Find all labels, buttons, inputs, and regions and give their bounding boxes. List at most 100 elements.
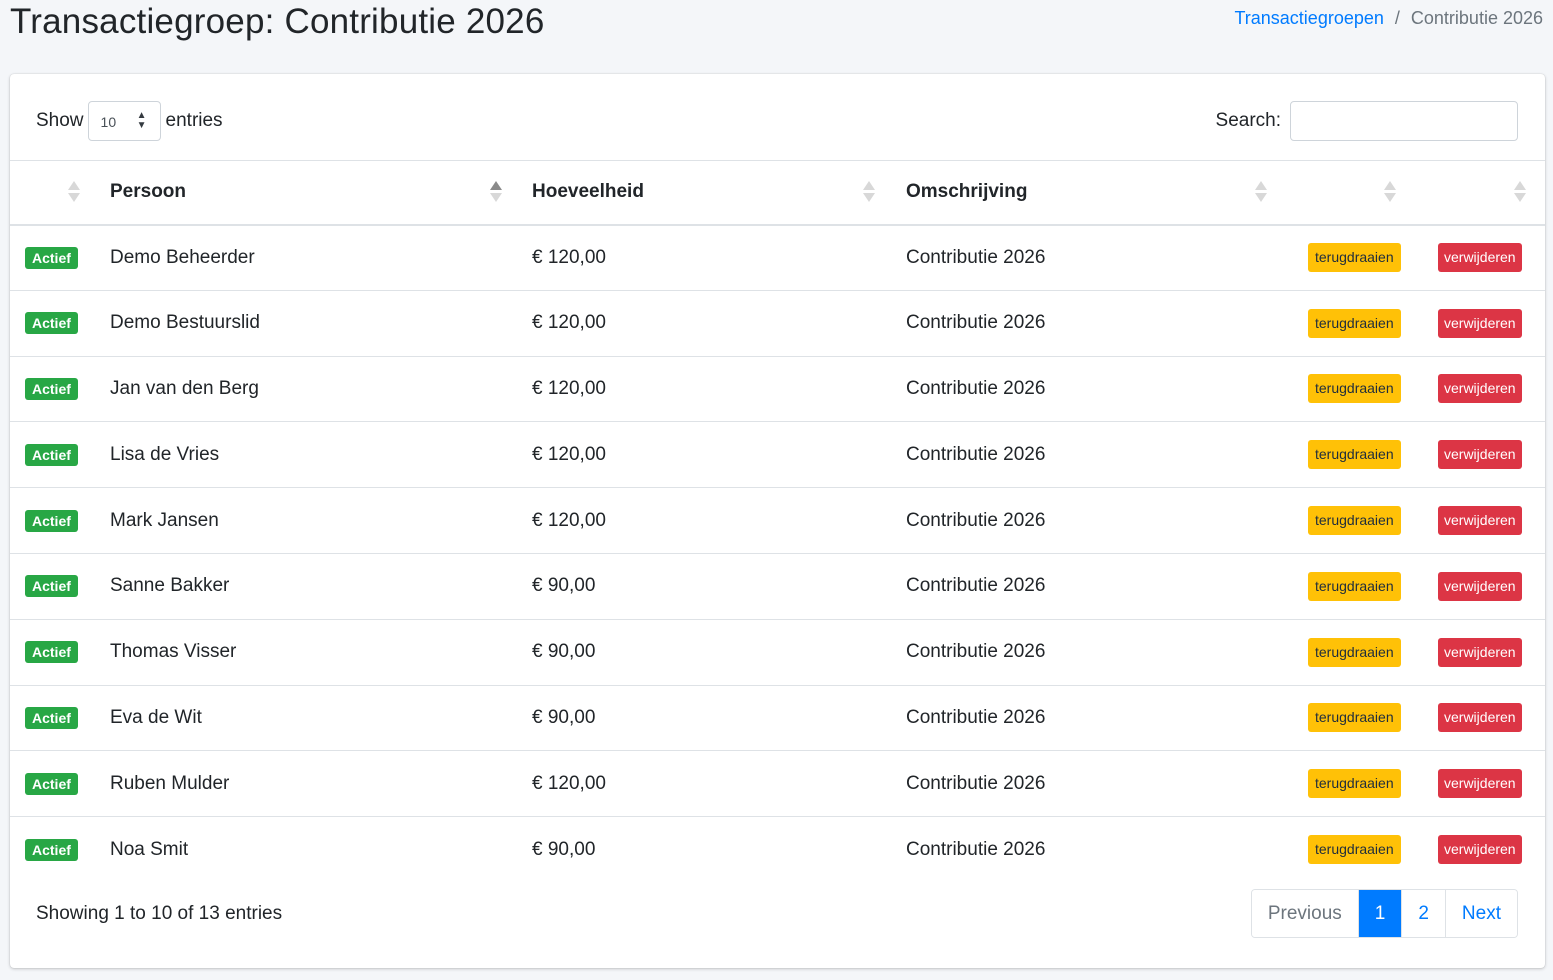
status-cell: Actief bbox=[10, 290, 94, 356]
hoeveelheid-cell: € 120,00 bbox=[532, 312, 606, 334]
omschrijving-cell: Contributie 2026 bbox=[906, 838, 1046, 860]
pagination: Previous 1 2 Next bbox=[1250, 889, 1518, 938]
status-cell: Actief bbox=[10, 619, 94, 685]
hoeveelheid-cell: € 90,00 bbox=[532, 575, 596, 597]
delete-button[interactable]: verwijderen bbox=[1438, 703, 1522, 733]
delete-button[interactable]: verwijderen bbox=[1438, 571, 1522, 601]
persoon-cell: Lisa de Vries bbox=[110, 443, 220, 465]
revert-button[interactable]: terugdraaien bbox=[1308, 374, 1401, 404]
search-input[interactable] bbox=[1290, 101, 1518, 141]
revert-cell: terugdraaien bbox=[1281, 422, 1408, 488]
column-header-hoeveelheid[interactable]: Hoeveelheid bbox=[516, 160, 890, 226]
omschrijving-cell: Contributie 2026 bbox=[906, 706, 1046, 728]
page-button-2[interactable]: 2 bbox=[1401, 890, 1445, 937]
entries-label: entries bbox=[165, 110, 223, 131]
persoon-cell: Eva de Wit bbox=[110, 706, 202, 728]
status-cell: Actief bbox=[10, 751, 94, 817]
sort-icon bbox=[1384, 181, 1396, 205]
table-row: Actief Noa Smit € 90,00 Contributie 2026 ter… bbox=[10, 817, 1545, 883]
delete-button[interactable]: verwijderen bbox=[1438, 440, 1522, 470]
table-header-row: Persoon Hoeveelheid Omschrijving bbox=[10, 160, 1545, 226]
delete-button[interactable]: verwijderen bbox=[1438, 374, 1522, 404]
persoon-cell: Sanne Bakker bbox=[110, 575, 230, 597]
page-title: Transactiegroep: Contributie 2026 bbox=[10, 2, 545, 41]
delete-button[interactable]: verwijderen bbox=[1438, 835, 1522, 865]
revert-button[interactable]: terugdraaien bbox=[1308, 308, 1401, 338]
revert-button[interactable]: terugdraaien bbox=[1308, 835, 1401, 865]
revert-cell: terugdraaien bbox=[1281, 290, 1408, 356]
delete-cell: verwijderen bbox=[1408, 553, 1545, 619]
status-cell: Actief bbox=[10, 356, 94, 422]
omschrijving-cell: Contributie 2026 bbox=[906, 575, 1046, 597]
revert-button[interactable]: terugdraaien bbox=[1308, 243, 1401, 273]
revert-button[interactable]: terugdraaien bbox=[1308, 506, 1401, 536]
search-control: Search: bbox=[1216, 101, 1518, 141]
revert-button[interactable]: terugdraaien bbox=[1308, 637, 1401, 667]
status-cell: Actief bbox=[10, 817, 94, 883]
status-badge: Actief bbox=[25, 641, 78, 664]
delete-cell: verwijderen bbox=[1408, 685, 1545, 751]
omschrijving-cell: Contributie 2026 bbox=[906, 772, 1046, 794]
previous-page-button[interactable]: Previous bbox=[1251, 890, 1358, 937]
revert-cell: terugdraaien bbox=[1281, 751, 1408, 817]
column-header-status[interactable] bbox=[10, 160, 94, 226]
persoon-cell: Ruben Mulder bbox=[110, 772, 230, 794]
breadcrumb: Transactiegroepen / Contributie 2026 bbox=[1234, 8, 1543, 29]
sort-icon bbox=[68, 181, 80, 205]
table-info: Showing 1 to 10 of 13 entries bbox=[36, 903, 283, 924]
delete-button[interactable]: verwijderen bbox=[1438, 243, 1522, 273]
breadcrumb-separator: / bbox=[1394, 8, 1400, 28]
delete-cell: verwijderen bbox=[1408, 751, 1545, 817]
breadcrumb-current: Contributie 2026 bbox=[1410, 8, 1543, 28]
transactions-card: Show 10 ▲ ▼ entries Search: Persoon Hoeve… bbox=[10, 74, 1545, 968]
omschrijving-cell: Contributie 2026 bbox=[906, 509, 1046, 531]
status-badge: Actief bbox=[25, 838, 78, 861]
status-cell: Actief bbox=[10, 488, 94, 554]
delete-button[interactable]: verwijderen bbox=[1438, 637, 1522, 667]
status-badge: Actief bbox=[25, 312, 78, 335]
omschrijving-cell: Contributie 2026 bbox=[906, 443, 1046, 465]
persoon-cell: Mark Jansen bbox=[110, 509, 219, 531]
entries-per-page-select[interactable]: 10 ▲ ▼ bbox=[87, 101, 161, 141]
column-header-persoon[interactable]: Persoon bbox=[94, 160, 516, 226]
delete-button[interactable]: verwijderen bbox=[1438, 506, 1522, 536]
select-arrows-icon: ▲ ▼ bbox=[136, 110, 147, 131]
show-label: Show bbox=[36, 110, 84, 131]
omschrijving-cell: Contributie 2026 bbox=[906, 246, 1046, 268]
revert-button[interactable]: terugdraaien bbox=[1308, 440, 1401, 470]
omschrijving-cell: Contributie 2026 bbox=[906, 377, 1046, 399]
hoeveelheid-cell: € 120,00 bbox=[532, 772, 606, 794]
hoeveelheid-cell: € 90,00 bbox=[532, 641, 596, 663]
table-row: Actief Mark Jansen € 120,00 Contributie 202… bbox=[10, 488, 1545, 554]
hoeveelheid-cell: € 120,00 bbox=[532, 509, 606, 531]
hoeveelheid-cell: € 120,00 bbox=[532, 246, 606, 268]
delete-button[interactable]: verwijderen bbox=[1438, 308, 1522, 338]
revert-button[interactable]: terugdraaien bbox=[1308, 703, 1401, 733]
table-row: Actief Eva de Wit € 90,00 Contributie 2026 t… bbox=[10, 685, 1545, 751]
status-cell: Actief bbox=[10, 553, 94, 619]
revert-cell: terugdraaien bbox=[1281, 488, 1408, 554]
persoon-cell: Demo Beheerder bbox=[110, 246, 255, 268]
column-header-omschrijving[interactable]: Omschrijving bbox=[890, 160, 1281, 226]
table-row: Actief Thomas Visser € 90,00 Contributie 20… bbox=[10, 619, 1545, 686]
search-label: Search: bbox=[1215, 110, 1281, 131]
delete-cell: verwijderen bbox=[1408, 290, 1545, 356]
revert-button[interactable]: terugdraaien bbox=[1308, 571, 1401, 601]
table-row: Actief Ruben Mulder € 120,00 Contributie 20… bbox=[10, 751, 1545, 817]
status-badge: Actief bbox=[25, 443, 78, 466]
column-header-delete[interactable] bbox=[1408, 160, 1545, 226]
page-button-1[interactable]: 1 bbox=[1357, 890, 1402, 937]
delete-button[interactable]: verwijderen bbox=[1438, 769, 1522, 799]
persoon-cell: Jan van den Berg bbox=[110, 377, 259, 399]
status-badge: Actief bbox=[25, 772, 78, 795]
breadcrumb-link-transactiegroepen[interactable]: Transactiegroepen bbox=[1234, 8, 1383, 29]
status-badge: Actief bbox=[25, 575, 78, 598]
column-header-revert[interactable] bbox=[1281, 160, 1408, 226]
next-page-button[interactable]: Next bbox=[1444, 890, 1517, 937]
revert-cell: terugdraaien bbox=[1281, 356, 1408, 422]
revert-cell: terugdraaien bbox=[1281, 553, 1408, 619]
table-row: Actief Demo Beheerder € 120,00 Contributie … bbox=[10, 225, 1545, 291]
entries-per-page-value: 10 bbox=[100, 114, 117, 130]
delete-cell: verwijderen bbox=[1408, 422, 1545, 488]
revert-button[interactable]: terugdraaien bbox=[1308, 769, 1401, 799]
